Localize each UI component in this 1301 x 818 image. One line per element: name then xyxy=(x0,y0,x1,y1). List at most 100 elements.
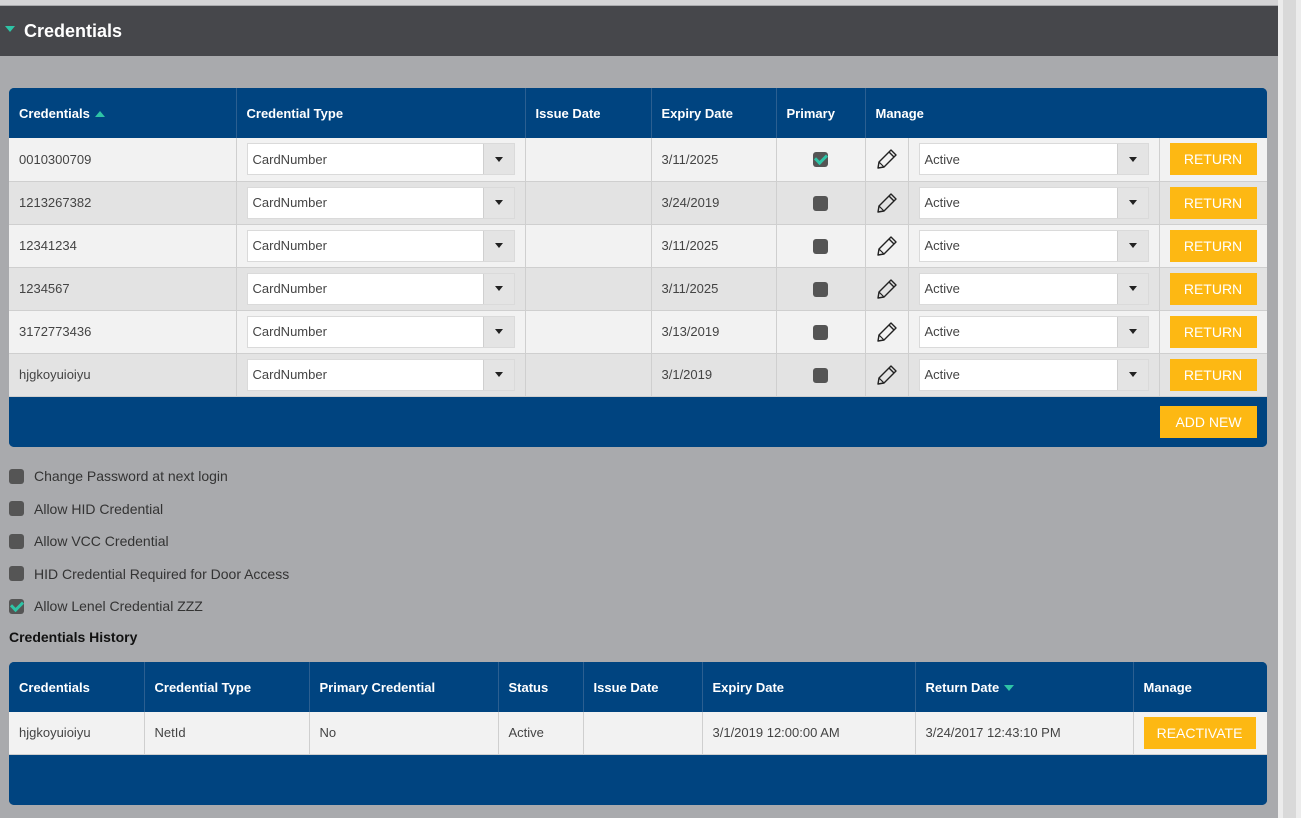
edit-pencil-icon[interactable] xyxy=(876,321,898,342)
return-button[interactable]: RETURN xyxy=(1169,358,1257,391)
edit-pencil-icon[interactable] xyxy=(876,192,898,213)
credentials-table: Credentials Credential Type Issue Date E… xyxy=(9,88,1267,397)
expiry-date: 3/11/2025 xyxy=(651,224,777,268)
status-select[interactable]: Active xyxy=(918,315,1149,348)
history-return-date: 3/24/2017 12:43:10 PM xyxy=(915,712,1134,755)
option-label: Allow VCC Credential xyxy=(34,533,169,550)
edit-pencil-icon[interactable] xyxy=(876,364,898,385)
credential-id: 12341234 xyxy=(9,224,237,268)
option-label: Allow Lenel Credential ZZZ xyxy=(34,598,203,615)
issue-date xyxy=(525,310,652,354)
option-checkbox[interactable] xyxy=(9,468,24,484)
status-value: Active xyxy=(924,151,960,167)
status-select[interactable]: Active xyxy=(918,272,1149,305)
chevron-down-icon[interactable] xyxy=(1116,230,1148,261)
history-col-expiry-date[interactable]: Expiry Date xyxy=(702,662,916,712)
history-status: Active xyxy=(498,712,584,755)
primary-checkbox[interactable] xyxy=(813,367,828,383)
col-header-primary[interactable]: Primary xyxy=(776,88,866,138)
chevron-down-icon[interactable] xyxy=(482,230,514,261)
credential-type-select[interactable]: CardNumber xyxy=(246,186,515,219)
credentials-history-table: Credentials Credential Type Primary Cred… xyxy=(9,662,1267,755)
option-item[interactable]: Allow VCC Credential xyxy=(9,525,289,558)
col-header-credentials[interactable]: Credentials xyxy=(9,88,237,138)
col-header-credential-type[interactable]: Credential Type xyxy=(236,88,526,138)
credentials-history-grid: Credentials Credential Type Primary Cred… xyxy=(9,662,1267,805)
option-checkbox[interactable] xyxy=(9,598,24,614)
primary-checkbox[interactable] xyxy=(813,152,828,168)
return-button[interactable]: RETURN xyxy=(1169,143,1257,176)
option-item[interactable]: Allow Lenel Credential ZZZ xyxy=(9,590,289,623)
chevron-down-icon[interactable] xyxy=(482,144,514,175)
credential-id: 1213267382 xyxy=(9,181,237,225)
credential-type-select[interactable]: CardNumber xyxy=(246,143,515,176)
chevron-down-icon[interactable] xyxy=(1116,144,1148,175)
collapse-triangle-icon[interactable] xyxy=(5,26,15,32)
option-item[interactable]: Change Password at next login xyxy=(9,460,289,493)
edit-pencil-icon[interactable] xyxy=(876,278,898,299)
scrollbar-thumb[interactable] xyxy=(1283,0,1296,818)
add-new-button[interactable]: ADD NEW xyxy=(1160,405,1257,438)
history-col-issue-date[interactable]: Issue Date xyxy=(583,662,703,712)
primary-checkbox[interactable] xyxy=(813,195,828,211)
reactivate-button[interactable]: REACTIVATE xyxy=(1143,716,1256,749)
return-button[interactable]: RETURN xyxy=(1169,315,1257,348)
status-select[interactable]: Active xyxy=(918,229,1149,262)
chevron-down-icon[interactable] xyxy=(1116,359,1148,390)
credential-id: hjgkoyuioiyu xyxy=(9,353,237,397)
expiry-date: 3/13/2019 xyxy=(651,310,777,354)
credential-type-value: CardNumber xyxy=(252,195,327,210)
option-item[interactable]: HID Credential Required for Door Access xyxy=(9,558,289,591)
credential-options: Change Password at next login Allow HID C… xyxy=(9,460,289,623)
edit-pencil-icon[interactable] xyxy=(876,149,898,169)
chevron-down-icon[interactable] xyxy=(482,273,514,304)
edit-pencil-icon[interactable] xyxy=(876,235,898,256)
option-checkbox[interactable] xyxy=(9,566,24,582)
history-col-primary-credential[interactable]: Primary Credential xyxy=(309,662,499,712)
col-header-issue-date[interactable]: Issue Date xyxy=(525,88,652,138)
return-button[interactable]: RETURN xyxy=(1169,186,1257,219)
history-col-return-date[interactable]: Return Date xyxy=(915,662,1134,712)
history-col-status[interactable]: Status xyxy=(498,662,584,712)
credential-type-select[interactable]: CardNumber xyxy=(246,229,515,262)
return-button[interactable]: RETURN xyxy=(1169,272,1257,305)
option-checkbox[interactable] xyxy=(9,501,24,517)
status-select[interactable]: Active xyxy=(918,143,1149,176)
chevron-down-icon[interactable] xyxy=(482,187,514,218)
section-title: Credentials xyxy=(24,20,123,41)
credential-row: hjgkoyuioiyu CardNumber 3/1/2019 Active RETU… xyxy=(9,353,1267,397)
primary-checkbox[interactable] xyxy=(813,324,828,340)
primary-checkbox[interactable] xyxy=(813,281,828,297)
option-label: Allow HID Credential xyxy=(34,500,164,517)
option-label: HID Credential Required for Door Access xyxy=(34,565,290,582)
option-checkbox[interactable] xyxy=(9,533,24,549)
status-select[interactable]: Active xyxy=(918,186,1149,219)
issue-date xyxy=(525,138,652,182)
expiry-date: 3/1/2019 xyxy=(651,353,777,397)
col-header-expiry-date[interactable]: Expiry Date xyxy=(651,88,777,138)
credential-type-value: CardNumber xyxy=(252,151,327,167)
credential-type-select[interactable]: CardNumber xyxy=(246,315,515,348)
chevron-down-icon[interactable] xyxy=(1116,273,1148,304)
credential-type-value: CardNumber xyxy=(252,324,327,339)
credential-type-select[interactable]: CardNumber xyxy=(246,272,515,305)
chevron-down-icon[interactable] xyxy=(482,359,514,390)
history-col-credentials[interactable]: Credentials xyxy=(9,662,145,712)
expiry-date: 3/11/2025 xyxy=(651,267,777,311)
credentials-footer: ADD NEW xyxy=(9,396,1267,447)
option-item[interactable]: Allow HID Credential xyxy=(9,493,289,526)
credentials-section-header[interactable]: Credentials xyxy=(0,6,1278,56)
chevron-down-icon[interactable] xyxy=(1116,316,1148,347)
primary-checkbox[interactable] xyxy=(813,238,828,254)
credential-id: 0010300709 xyxy=(9,138,237,182)
history-row: hjgkoyuioiyu NetId No Active 3/1/2019 12:00:… xyxy=(9,712,1267,755)
status-select[interactable]: Active xyxy=(918,358,1149,391)
chevron-down-icon[interactable] xyxy=(482,316,514,347)
chevron-down-icon[interactable] xyxy=(1116,187,1148,218)
page-scrollbar[interactable] xyxy=(1278,0,1301,818)
issue-date xyxy=(525,224,652,268)
history-col-credential-type[interactable]: Credential Type xyxy=(144,662,310,712)
credential-type-select[interactable]: CardNumber xyxy=(246,358,515,391)
sort-ascending-icon xyxy=(94,111,105,118)
return-button[interactable]: RETURN xyxy=(1169,229,1257,262)
